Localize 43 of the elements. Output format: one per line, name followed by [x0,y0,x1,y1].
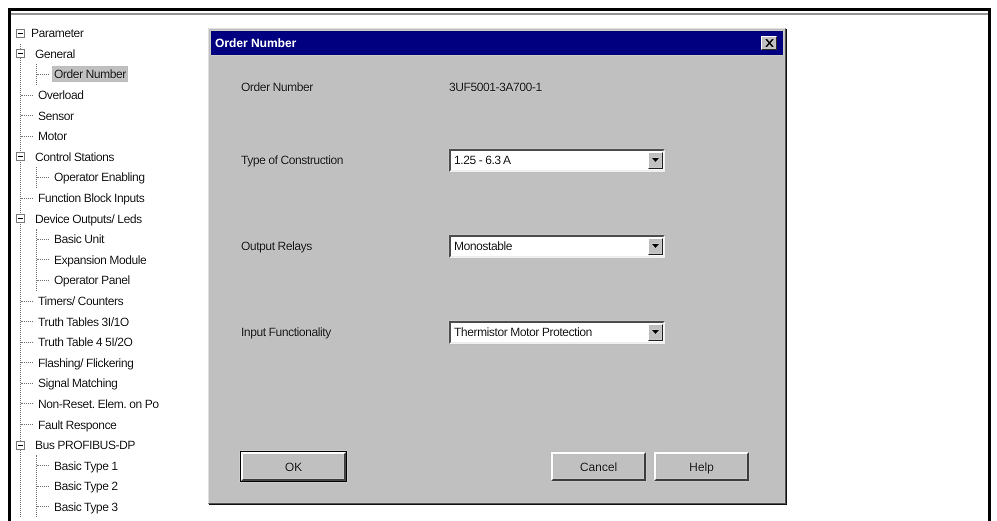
collapse-toggle-icon[interactable] [16,28,25,38]
tree-item[interactable]: Device Outputs/ Leds [33,210,144,227]
dialog-button[interactable]: OK [241,452,346,481]
tree-item[interactable]: Bus PROFIBUS-DP [33,437,138,454]
dialog-title: Order Number [215,36,296,50]
tree-item[interactable]: Basic Type 1 [52,458,120,474]
collapse-toggle-icon[interactable] [16,152,25,162]
dialog-button[interactable]: Help [654,452,749,481]
dropdown-field[interactable]: Thermistor Motor Protection [449,320,665,344]
tree-item[interactable]: Signal Matching [36,375,120,392]
field-label: Output Relays [241,239,313,253]
tree-item[interactable]: Sensor [36,108,76,124]
dialog-button[interactable]: Cancel [551,452,646,481]
tree-item[interactable]: Basic Unit [52,231,106,248]
field-label: Order Number [241,80,314,94]
tree-item[interactable]: Fault Responce [36,416,118,433]
tree-item[interactable]: Basic Type 3 [52,498,120,515]
close-button[interactable] [761,36,777,50]
tree-item[interactable]: Flashing/ Flickering [36,354,136,371]
tree-item[interactable]: Truth Table 4 5I/2O [36,334,134,350]
tree-item[interactable]: Non-Reset. Elem. on Po [36,396,161,412]
field-label: Input Functionality [241,325,332,339]
tree-item[interactable]: Motor [36,128,69,144]
tree-item[interactable]: Overload [36,87,86,104]
tree-item[interactable]: Order Number [52,66,128,82]
tree-item[interactable]: Basic Type 2 [52,478,120,494]
tree-item[interactable]: Expansion Module [52,252,148,268]
order-number-value: 3UF5001-3A700-1 [449,80,543,94]
dropdown-field[interactable]: Monostable [449,234,665,258]
dropdown-field[interactable]: 1.25 - 6.3 A [449,148,665,172]
collapse-toggle-icon[interactable] [16,440,25,450]
tree-item[interactable]: Truth Tables 3I/1O [36,314,131,330]
tree-item[interactable]: Operator Enabling [52,169,147,186]
tree-item[interactable]: Control Stations [33,148,116,165]
tree-item[interactable]: Function Block Inputs [36,190,146,206]
collapse-toggle-icon[interactable] [16,49,25,58]
tree-item[interactable]: Parameter [29,25,86,42]
collapse-toggle-icon[interactable] [16,214,25,224]
tree-item[interactable]: General [33,46,77,62]
close-icon [764,39,774,47]
field-label: Type of Construction [241,153,344,167]
tree-item[interactable]: Timers/ Counters [36,293,126,310]
tree-item[interactable]: Operator Panel [52,272,132,288]
